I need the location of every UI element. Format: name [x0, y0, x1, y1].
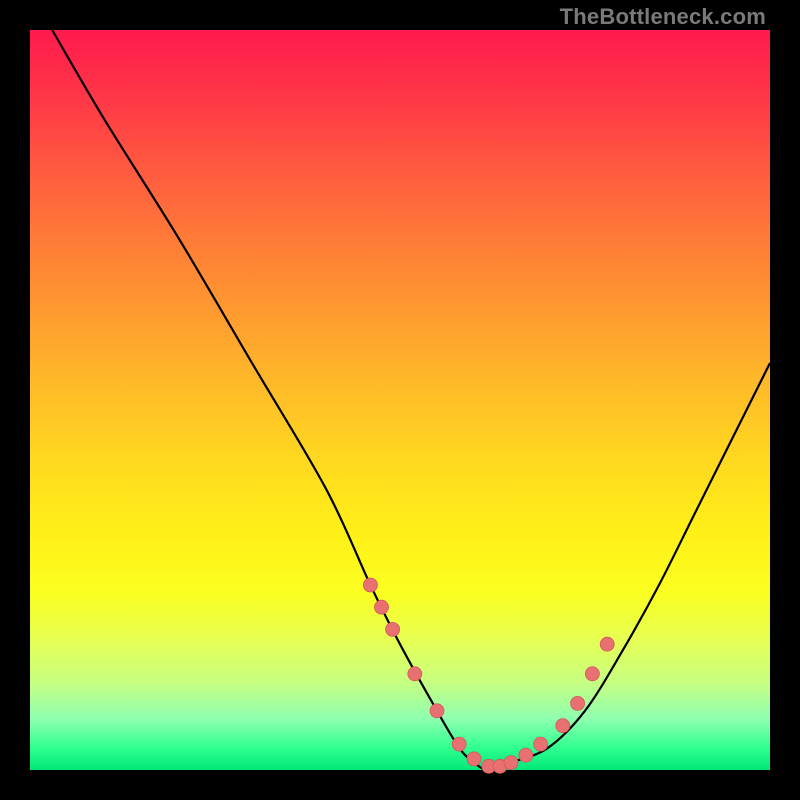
marker-dot [467, 752, 481, 766]
bottleneck-curve [52, 30, 770, 770]
marker-dot [430, 704, 444, 718]
marker-dot [504, 756, 518, 770]
marker-dot [556, 719, 570, 733]
plot-area [30, 30, 770, 770]
marker-dot [519, 748, 533, 762]
marker-dot [600, 637, 614, 651]
marker-dot [363, 578, 377, 592]
marker-dot [375, 600, 389, 614]
marker-dot [534, 737, 548, 751]
marker-dot [386, 622, 400, 636]
chart-svg [30, 30, 770, 770]
marker-dot [585, 667, 599, 681]
watermark-text: TheBottleneck.com [560, 4, 766, 30]
marker-dot [571, 696, 585, 710]
chart-frame: TheBottleneck.com [0, 0, 800, 800]
marker-dot [452, 737, 466, 751]
marker-dot [408, 667, 422, 681]
marker-dots-group [363, 578, 614, 773]
